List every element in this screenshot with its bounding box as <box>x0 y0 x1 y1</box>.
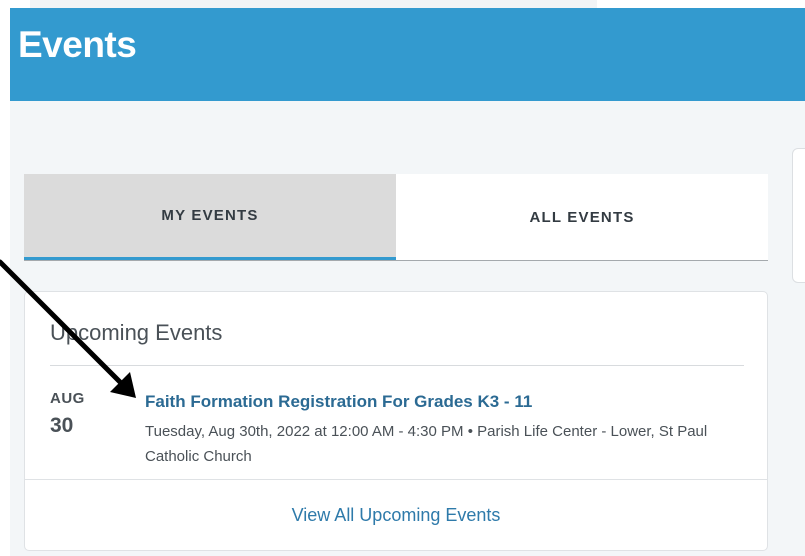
event-details: Tuesday, Aug 30th, 2022 at 12:00 AM - 4:… <box>145 423 708 465</box>
view-all-upcoming-events-link[interactable]: View All Upcoming Events <box>292 505 501 526</box>
card-footer: View All Upcoming Events <box>25 479 767 550</box>
divider <box>50 365 744 366</box>
top-strip-panel <box>30 0 597 8</box>
tab-all-events[interactable]: ALL EVENTS <box>396 174 768 260</box>
event-date-month: AUG <box>50 390 85 407</box>
page-header: Events <box>10 8 805 101</box>
event-title-link[interactable]: Faith Formation Registration For Grades … <box>145 392 532 412</box>
event-date-day: 30 <box>50 414 74 437</box>
top-strip <box>0 0 805 8</box>
events-tabs: MY EVENTS ALL EVENTS <box>24 174 768 261</box>
upcoming-events-heading: Upcoming Events <box>50 320 223 345</box>
side-panel-edge <box>792 148 805 283</box>
page-title: Events <box>18 24 137 65</box>
upcoming-events-card: Upcoming Events AUG 30 Faith Formation R… <box>24 291 768 551</box>
tab-my-events[interactable]: MY EVENTS <box>24 174 396 260</box>
